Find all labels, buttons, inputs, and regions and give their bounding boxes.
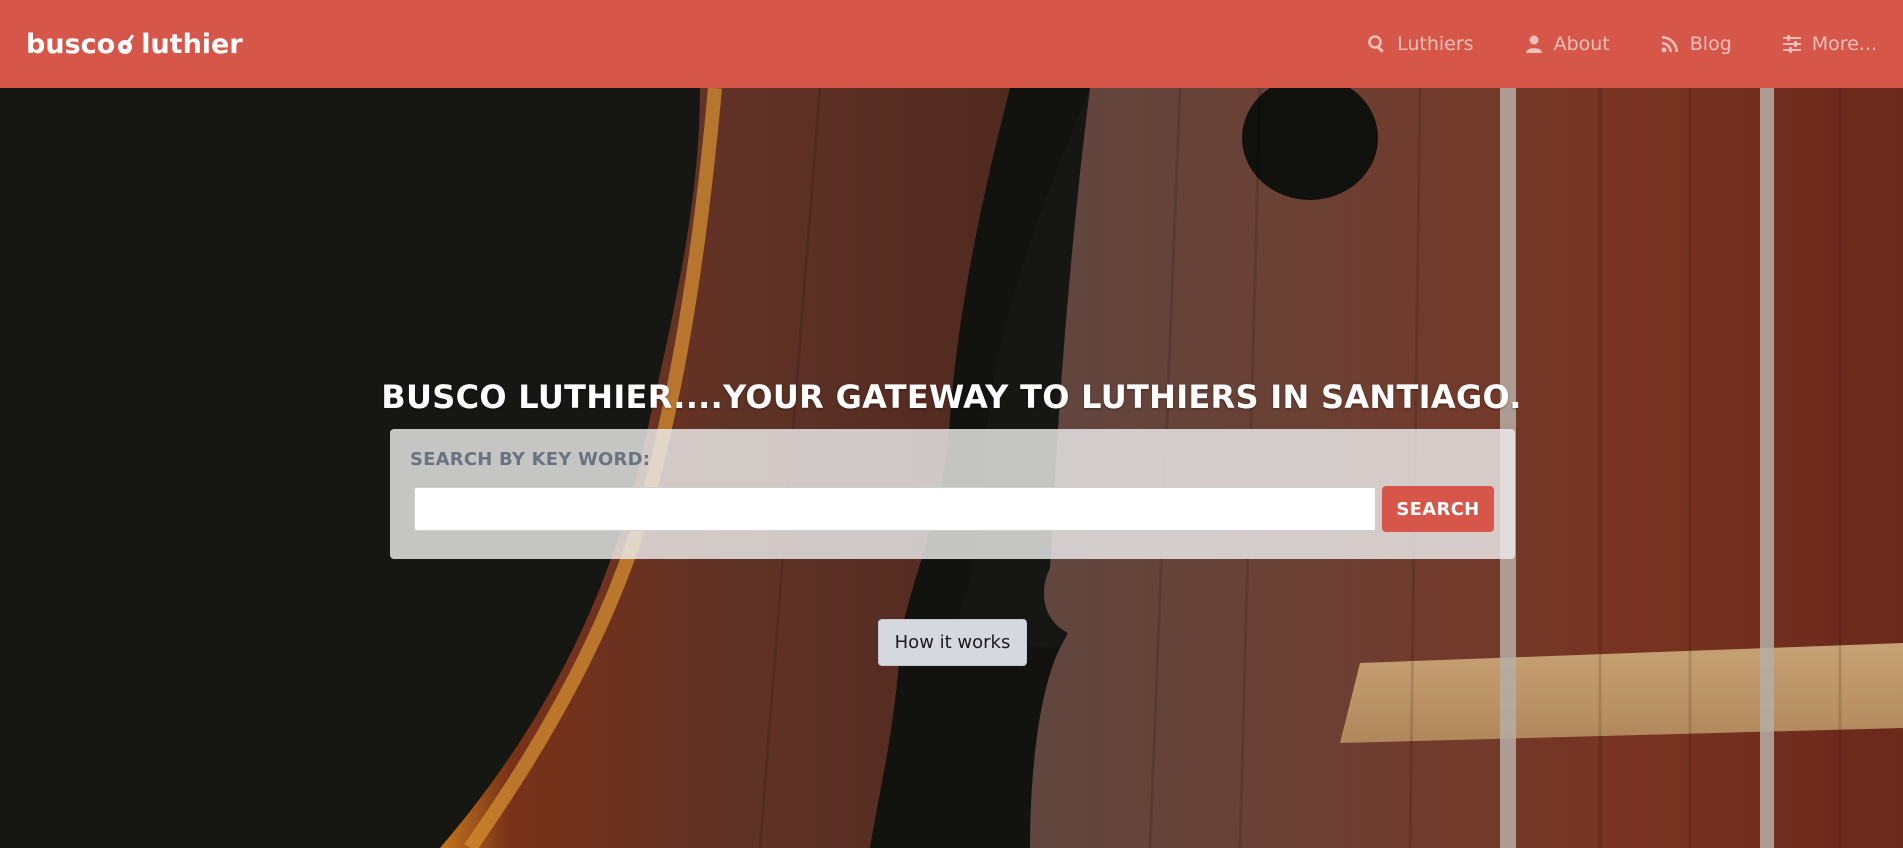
how-it-works-button[interactable]: How it works xyxy=(878,619,1027,666)
guitar-logo-icon xyxy=(118,34,134,54)
search-panel: SEARCH BY KEY WORD: SEARCH xyxy=(390,429,1515,559)
nav-item-luthiers[interactable]: Luthiers xyxy=(1367,33,1474,55)
search-icon xyxy=(1368,35,1384,53)
brand-text-left: busco xyxy=(26,28,116,60)
search-row: SEARCH xyxy=(410,486,1495,532)
top-navbar: busco luthier Luthiers About Blog More..… xyxy=(0,0,1903,88)
nav-item-label: Blog xyxy=(1689,33,1732,55)
nav-item-label: About xyxy=(1553,33,1610,55)
brand-logo[interactable]: busco luthier xyxy=(26,29,243,60)
nav-item-label: Luthiers xyxy=(1397,33,1474,55)
user-icon xyxy=(1525,35,1542,53)
search-input[interactable] xyxy=(414,487,1376,531)
main-nav: Luthiers About Blog More... xyxy=(1317,0,1877,88)
nav-item-more[interactable]: More... xyxy=(1782,33,1877,55)
search-label: SEARCH BY KEY WORD: xyxy=(410,449,651,470)
nav-item-label: More... xyxy=(1811,33,1877,55)
hero-section: BUSCO LUTHIER....YOUR GATEWAY TO LUTHIER… xyxy=(0,88,1903,848)
brand-text-right: luthier xyxy=(141,28,243,60)
sliders-icon xyxy=(1782,35,1801,53)
rss-icon xyxy=(1661,36,1678,53)
nav-item-blog[interactable]: Blog xyxy=(1660,33,1732,55)
hero-headline: BUSCO LUTHIER....YOUR GATEWAY TO LUTHIER… xyxy=(381,378,1522,416)
search-button[interactable]: SEARCH xyxy=(1382,486,1494,532)
nav-item-about[interactable]: About xyxy=(1524,33,1610,55)
